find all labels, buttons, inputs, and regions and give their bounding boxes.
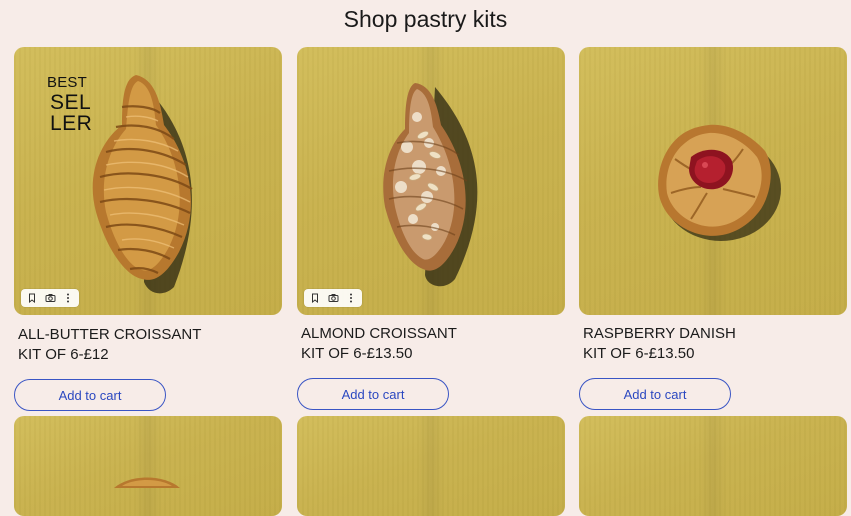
product-card-row2-2 xyxy=(297,416,565,516)
image-tools xyxy=(304,289,362,307)
almond-croissant-illustration xyxy=(383,83,478,287)
product-price: KIT OF 6-£13.50 xyxy=(301,345,413,362)
add-to-cart-button[interactable]: Add to cart xyxy=(297,378,449,410)
product-card-all-butter-croissant: BEST SEL LER All-Butter Croissant KIT OF… xyxy=(14,47,282,411)
product-price: KIT OF 6-£13.50 xyxy=(583,345,695,362)
product-card-almond-croissant: Almond Croissant KIT OF 6-£13.50 Add to … xyxy=(297,47,565,410)
camera-icon[interactable] xyxy=(42,290,58,306)
product-card-row2-1 xyxy=(14,416,282,516)
product-name: Raspberry Danish xyxy=(583,325,736,342)
pastry-illustration xyxy=(114,477,180,488)
product-name: Almond Croissant xyxy=(301,325,457,342)
product-name: All-Butter Croissant xyxy=(18,326,202,343)
camera-icon[interactable] xyxy=(325,290,341,306)
best-seller-badge: BEST SEL LER xyxy=(47,74,93,135)
product-card-row2-3 xyxy=(579,416,847,516)
page-title: Shop pastry kits xyxy=(343,6,508,32)
product-image[interactable] xyxy=(14,416,282,516)
more-vertical-icon[interactable] xyxy=(343,290,359,306)
add-to-cart-button[interactable]: Add to cart xyxy=(14,379,166,411)
product-price: KIT OF 6-£12 xyxy=(18,346,109,363)
product-image[interactable]: BEST SEL LER xyxy=(14,47,282,315)
more-vertical-icon[interactable] xyxy=(60,290,76,306)
bookmark-icon[interactable] xyxy=(24,290,40,306)
danish-illustration xyxy=(658,124,781,241)
product-card-raspberry-danish: Raspberry Danish KIT OF 6-£13.50 Add to … xyxy=(579,47,847,410)
image-tools xyxy=(21,289,79,307)
bookmark-icon[interactable] xyxy=(307,290,323,306)
product-image[interactable] xyxy=(579,416,847,516)
product-image[interactable] xyxy=(297,47,565,315)
product-image[interactable] xyxy=(297,416,565,516)
product-image[interactable] xyxy=(579,47,847,315)
add-to-cart-button[interactable]: Add to cart xyxy=(579,378,731,410)
